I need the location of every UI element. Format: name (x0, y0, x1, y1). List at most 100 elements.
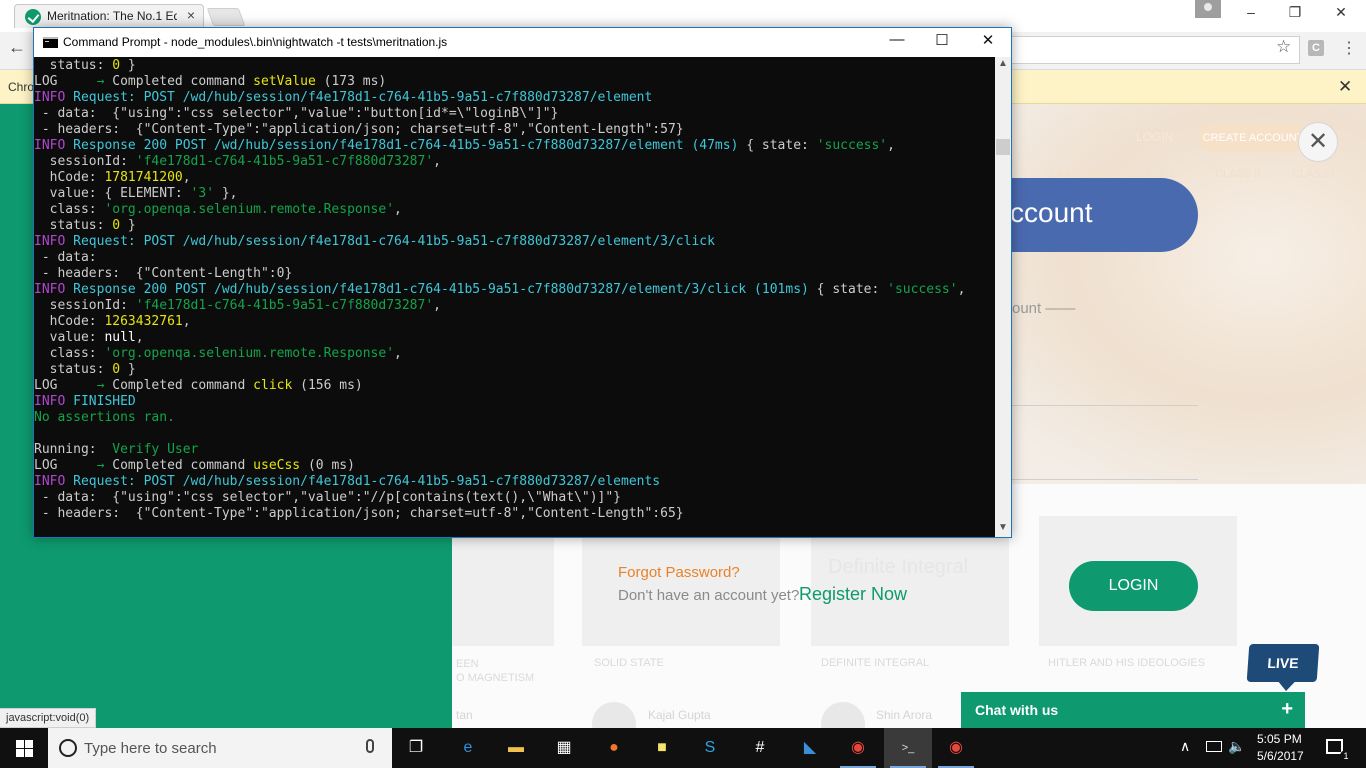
login-button[interactable]: LOGIN (1069, 561, 1198, 611)
cmd-titlebar[interactable]: Command Prompt - node_modules\.bin\night… (34, 28, 1011, 57)
console-text-segment: INFO (34, 138, 66, 153)
profile-avatar-icon[interactable] (1195, 0, 1221, 18)
console-text-segment: Response 200 POST /wd/hub/session/f4e178… (65, 138, 739, 153)
taskbar-app-file-explorer[interactable]: ▬ (492, 728, 540, 768)
chat-expand-plus-icon[interactable]: + (1281, 698, 1293, 721)
clock-time[interactable]: 5:05 PM (1257, 732, 1302, 746)
password-field[interactable] (1012, 479, 1198, 480)
cortana-icon (59, 739, 77, 757)
register-now-link[interactable]: Register Now (799, 584, 907, 605)
no-account-text: Don't have an account yet? (618, 587, 800, 604)
taskbar-app-firefox[interactable]: ● (590, 728, 638, 768)
skype-icon: S (704, 739, 716, 756)
edge-icon: e (463, 739, 473, 756)
clock-date[interactable]: 5/6/2017 (1257, 749, 1304, 763)
console-line: sessionId: 'f4e178d1-c764-41b5-9a51-c7f8… (34, 298, 995, 314)
console-text-segment: INFO (34, 474, 66, 489)
tray-chevron-icon[interactable]: ∧ (1180, 738, 1190, 755)
microphone-icon[interactable] (366, 739, 374, 753)
modal-close-icon[interactable]: ✕ (1298, 122, 1338, 162)
console-text-segment: Completed command (112, 74, 254, 89)
console-text-segment: { state: (738, 138, 817, 153)
taskbar-app-sticky-notes[interactable]: ■ (638, 728, 686, 768)
battery-icon[interactable] (1206, 741, 1222, 752)
console-line: - headers: {"Content-Length":0} (34, 266, 995, 282)
console-text-segment: LOG (34, 378, 97, 393)
console-text-segment: - data: {"using":"css selector","value":… (34, 106, 559, 121)
notification-count-badge: 1 (1340, 750, 1352, 762)
browser-tab-active[interactable]: Meritnation: The No.1 Ed × (14, 4, 204, 28)
console-text-segment: → (96, 378, 113, 393)
console-output[interactable]: status: 0 } LOG → Completed command setVa… (34, 57, 995, 537)
nav-class-ii[interactable]: CLASS II (1215, 168, 1260, 180)
console-line: hCode: 1781741200, (34, 170, 995, 186)
console-text-segment: , (394, 202, 402, 217)
tab-title: Meritnation: The No.1 Ed (47, 9, 177, 23)
new-tab-button[interactable] (206, 8, 246, 26)
taskbar-app-cmd[interactable]: >_ (884, 728, 932, 768)
forgot-password-link[interactable]: Forgot Password? (618, 564, 740, 581)
avatar-name: Shin Arora (876, 708, 933, 722)
chrome-menu-icon[interactable]: ⋮ (1341, 38, 1357, 58)
console-text-segment: , (433, 298, 441, 313)
console-text-segment: Request: POST /wd/hub/session/f4e178d1-c… (65, 90, 653, 105)
back-arrow-icon[interactable]: ← (8, 37, 26, 58)
create-account-button[interactable]: CREATE ACCOUNT (1198, 124, 1308, 152)
console-line: INFO FINISHED (34, 394, 995, 410)
console-text-segment: - headers: {"Content-Type":"application/… (34, 506, 684, 521)
console-line: INFO Request: POST /wd/hub/session/f4e17… (34, 474, 995, 490)
volume-icon[interactable]: 🔈 (1228, 738, 1245, 755)
tab-close-icon[interactable]: × (187, 7, 195, 23)
scroll-down-arrow-icon[interactable]: ▼ (998, 522, 1008, 533)
cmd-close-button[interactable]: ✕ (965, 31, 1011, 53)
bookmark-star-icon[interactable]: ☆ (1276, 37, 1291, 57)
console-text-segment: - data: (34, 250, 97, 265)
taskbar-search-box[interactable]: Type here to search (48, 728, 392, 768)
browser-minimize-button[interactable]: – (1228, 4, 1274, 20)
command-prompt-window[interactable]: Command Prompt - node_modules\.bin\night… (33, 27, 1012, 538)
nav-login-link[interactable]: LOGIN (1136, 130, 1173, 144)
console-text-segment: Request: POST /wd/hub/session/f4e178d1-c… (65, 234, 715, 249)
vscode-icon: ◣ (803, 739, 817, 756)
console-text-segment: INFO (34, 394, 66, 409)
taskbar-app-skype[interactable]: S (686, 728, 734, 768)
browser-restore-button[interactable]: ❐ (1272, 4, 1318, 21)
console-scrollbar[interactable]: ▲ ▼ (995, 57, 1011, 537)
console-text-segment: Request: POST /wd/hub/session/f4e178d1-c… (65, 474, 661, 489)
taskbar-app-chrome[interactable]: ◉ (834, 728, 882, 768)
console-line: sessionId: 'f4e178d1-c764-41b5-9a51-c7f8… (34, 154, 995, 170)
chat-with-us-bar[interactable]: Chat with us + (961, 692, 1305, 728)
console-line: INFO Request: POST /wd/hub/session/f4e17… (34, 90, 995, 106)
taskbar-app-store[interactable]: ▦ (540, 728, 588, 768)
extension-icon[interactable]: C (1308, 40, 1324, 56)
console-line: status: 0 } (34, 218, 995, 234)
cmd-minimize-button[interactable]: — (874, 31, 920, 53)
infobar-close-icon[interactable]: ✕ (1338, 77, 1352, 97)
browser-close-button[interactable]: ✕ (1318, 4, 1364, 21)
console-line: status: 0 } (34, 58, 995, 74)
avatar (821, 702, 865, 728)
taskbar-app-edge[interactable]: e (444, 728, 492, 768)
file-explorer-icon: ▬ (508, 739, 524, 756)
username-field[interactable] (1012, 405, 1198, 406)
taskbar-app-slack[interactable]: # (736, 728, 784, 768)
live-chat-badge[interactable]: LIVE CHAT (1246, 644, 1320, 709)
nav-class-i[interactable]: CLASS I (1292, 168, 1334, 180)
console-text-segment: 'f4e178d1-c764-41b5-9a51-c7f880d73287' (135, 154, 434, 169)
account-banner-text: ccount (1010, 197, 1093, 228)
sticky-notes-icon: ■ (657, 739, 667, 756)
console-text-segment: (156 ms) (292, 378, 363, 393)
console-text-segment: setValue (253, 74, 316, 89)
scroll-thumb[interactable] (996, 139, 1010, 155)
cmd-maximize-button[interactable]: ☐ (919, 31, 965, 53)
console-text-segment: 'success' (816, 138, 888, 153)
windows-start-icon[interactable] (0, 728, 48, 768)
console-text-segment: 0 (112, 218, 121, 233)
console-line: LOG → Completed command useCss (0 ms) (34, 458, 995, 474)
console-line: - headers: {"Content-Type":"application/… (34, 122, 995, 138)
taskbar-app-task-view[interactable]: ❐ (392, 728, 440, 768)
taskbar-app-chrome-2[interactable]: ◉ (932, 728, 980, 768)
address-bar[interactable] (1010, 36, 1300, 64)
scroll-up-arrow-icon[interactable]: ▲ (998, 58, 1008, 69)
taskbar-app-vscode[interactable]: ◣ (786, 728, 834, 768)
